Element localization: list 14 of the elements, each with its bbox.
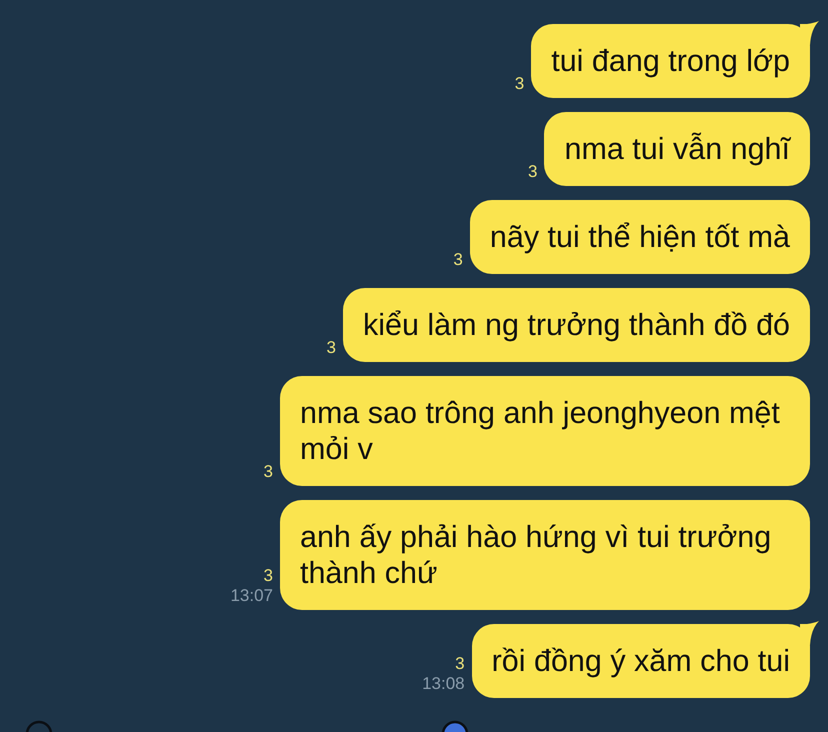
read-count: 3 [264,462,273,482]
read-count: 3 [453,250,463,270]
read-count: 3 [528,162,538,182]
message-time: 13:07 [230,586,273,606]
read-count: 3 [326,338,336,358]
message-bubble: anh ấy phải hào hứng vì tui trưởng thành chứ [280,500,810,610]
read-count: 3 [514,74,524,94]
read-count: 3 [455,654,465,674]
message-bubble: nma sao trông anh jeonghyeon mệt mỏi v [280,376,810,486]
message-bubble: kiểu làm ng trưởng thành đồ đó [342,288,810,362]
read-count: 3 [264,566,273,586]
message-bubble: nãy tui thể hiện tốt mà [470,200,810,274]
message-bubble: nma tui vẫn nghĩ [544,112,810,186]
message-time: 13:08 [422,674,465,694]
